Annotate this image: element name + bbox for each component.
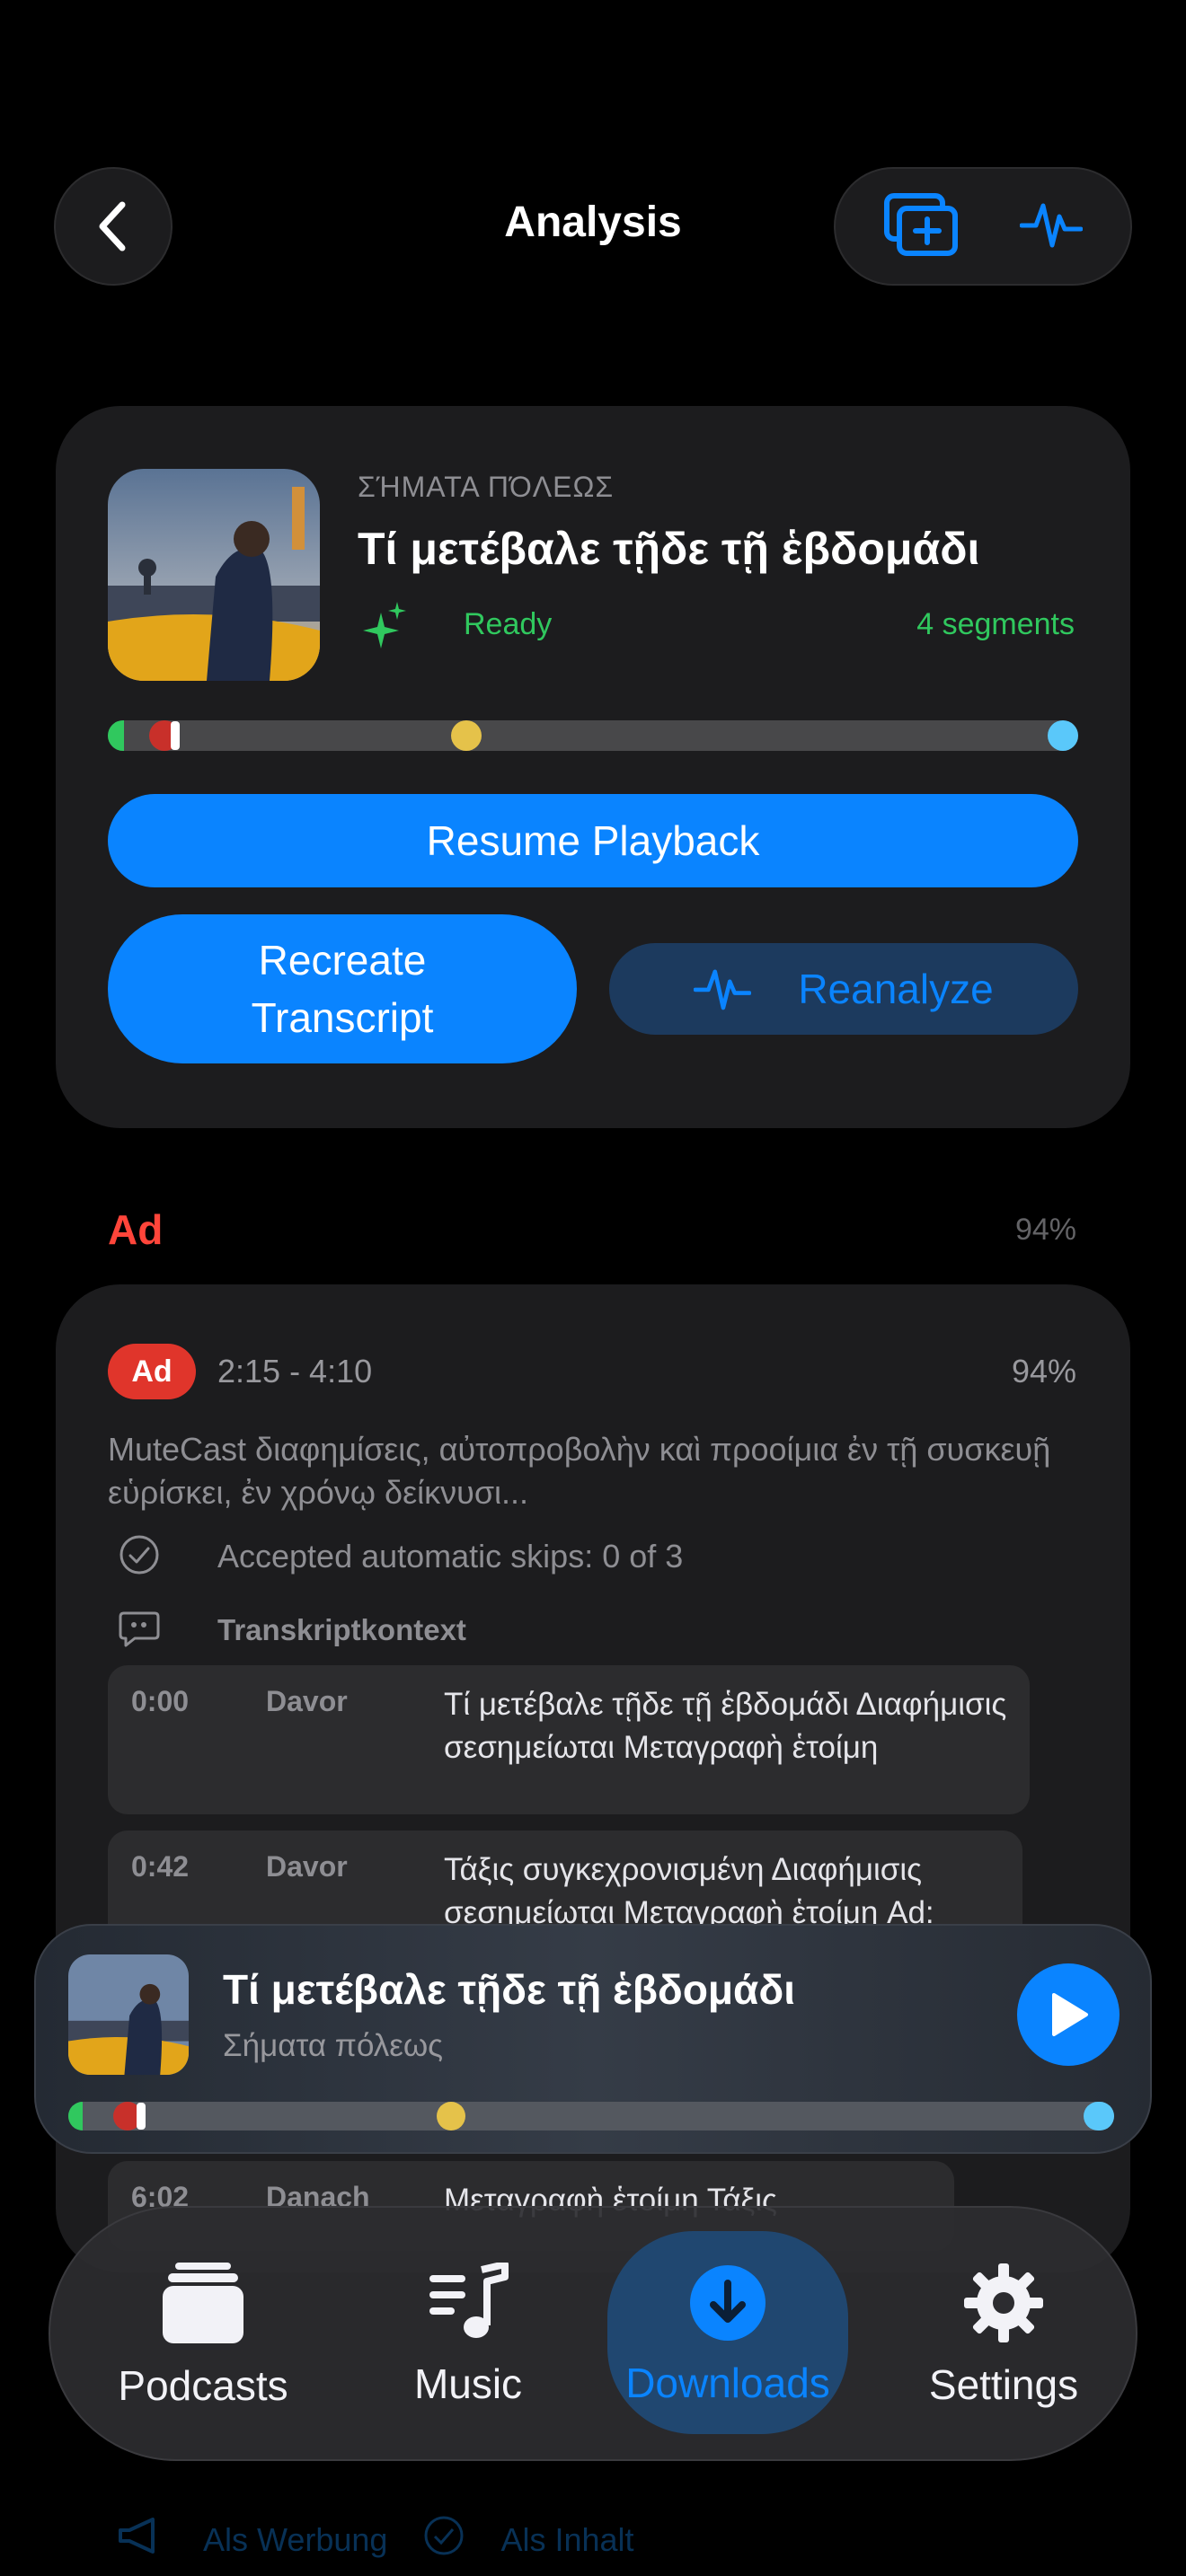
segment-marker-blue [1048, 720, 1078, 751]
tab-label-settings: Settings [928, 2361, 1079, 2408]
recreate-label-line2: Transcript [251, 994, 434, 1041]
ad-description: MuteCast διαφημίσεις, αὐτοπροβολὴν καὶ π… [108, 1431, 1051, 1511]
header-actions [834, 167, 1132, 286]
reanalyze-label: Reanalyze [798, 966, 994, 1012]
ad-time-range: 2:15 - 4:10 [217, 1353, 373, 1389]
checkmark-circle-icon [119, 1534, 160, 1580]
transcript-text: Τί μετέβαλε τῇδε τῇ ἑβδομάδι Διαφήμισις … [444, 1687, 1007, 1765]
transcript-context-label: Transkriptkontext [217, 1613, 466, 1646]
accepted-skips: Accepted automatic skips: 0 of 3 [217, 1538, 684, 1575]
tab-downloads[interactable]: Downloads [607, 2208, 848, 2463]
mini-player-timeline[interactable] [68, 2102, 1114, 2130]
waveform-icon[interactable] [1019, 193, 1084, 260]
tab-label-podcasts: Podcasts [118, 2362, 288, 2409]
mini-player-subtitle: Σήματα πόλεως [223, 2028, 444, 2063]
podcast-name: ΣΉΜΑΤΑ ΠΌΛΕΩΣ [358, 471, 615, 503]
segments-count: 4 segments [916, 607, 1075, 641]
mini-player[interactable]: Τί μετέβαλε τῇδε τῇ ἑβδομάδι Σήματα πόλε… [34, 1924, 1152, 2154]
segment-marker-green [108, 720, 124, 751]
mini-player-title: Τί μετέβαλε τῇδε τῇ ἑβδομάδι [223, 1966, 796, 2013]
playhead[interactable] [137, 2103, 146, 2130]
transcript-time: 0:42 [131, 1850, 190, 1883]
status-ready: Ready [464, 607, 553, 641]
segment-marker-green [68, 2102, 83, 2130]
megaphone-icon [117, 2516, 167, 2563]
recreate-label-line1: Recreate [258, 937, 427, 984]
add-to-queue-icon[interactable] [883, 192, 960, 261]
mini-player-artwork [68, 1954, 189, 2075]
tab-music[interactable]: Music [356, 2208, 580, 2463]
checkmark-circle-icon [423, 2515, 465, 2564]
play-button[interactable] [1017, 1963, 1120, 2066]
transcript-speaker: Davor [266, 1685, 348, 1717]
transcript-time: 0:00 [131, 1685, 190, 1717]
mark-as-ad-button[interactable]: Als Werbung [203, 2521, 387, 2559]
tab-podcasts[interactable]: Podcasts [86, 2208, 320, 2463]
play-icon [1052, 1993, 1088, 2036]
tab-settings[interactable]: Settings [891, 2208, 1116, 2463]
sparkles-icon [363, 600, 408, 657]
segment-marker-blue [1084, 2102, 1114, 2130]
episode-card: ΣΉΜΑΤΑ ΠΌΛΕΩΣ Τί μετέβαλε τῇδε τῇ ἑβδομά… [56, 406, 1130, 1128]
music-note-icon [429, 2263, 509, 2338]
transcript-text: Τάξις συγκεχρονισμένη Διαφήμισις σεσημεί… [444, 1852, 934, 1930]
ad-badge: Ad [108, 1344, 196, 1399]
quote-bubble-icon [119, 1610, 160, 1654]
waveform-icon [694, 969, 752, 1010]
tab-bar: Podcasts Music Downloads Settings [49, 2206, 1137, 2461]
segment-marker-yellow [437, 2102, 465, 2130]
transcript-row[interactable]: 0:00 Davor Τί μετέβαλε τῇδε τῇ ἑβδομάδι … [108, 1665, 1030, 1814]
tab-label-downloads: Downloads [625, 2360, 830, 2406]
recreate-transcript-button[interactable]: Recreate Transcript [108, 914, 577, 1063]
gear-icon [964, 2263, 1043, 2342]
episode-title: Τί μετέβαλε τῇδε τῇ ἑβδομάδι [358, 524, 980, 574]
ad-section-percent: 94% [1014, 1213, 1076, 1247]
playhead[interactable] [171, 721, 180, 750]
ad-section-heading: Ad [108, 1206, 164, 1253]
mark-as-content-button[interactable]: Als Inhalt [500, 2521, 633, 2559]
segment-timeline[interactable] [108, 720, 1078, 751]
reanalyze-button[interactable]: Reanalyze [609, 943, 1078, 1035]
segment-actions: Als Werbung Als Inhalt [117, 2515, 634, 2564]
ad-confidence: 94% [1011, 1353, 1076, 1389]
download-icon [690, 2265, 766, 2341]
resume-playback-button[interactable]: Resume Playback [108, 794, 1078, 887]
tab-label-music: Music [413, 2360, 523, 2407]
segment-marker-yellow [451, 720, 482, 751]
episode-artwork [108, 469, 320, 681]
transcript-speaker: Davor [266, 1850, 348, 1883]
podcasts-stack-icon [163, 2263, 243, 2343]
